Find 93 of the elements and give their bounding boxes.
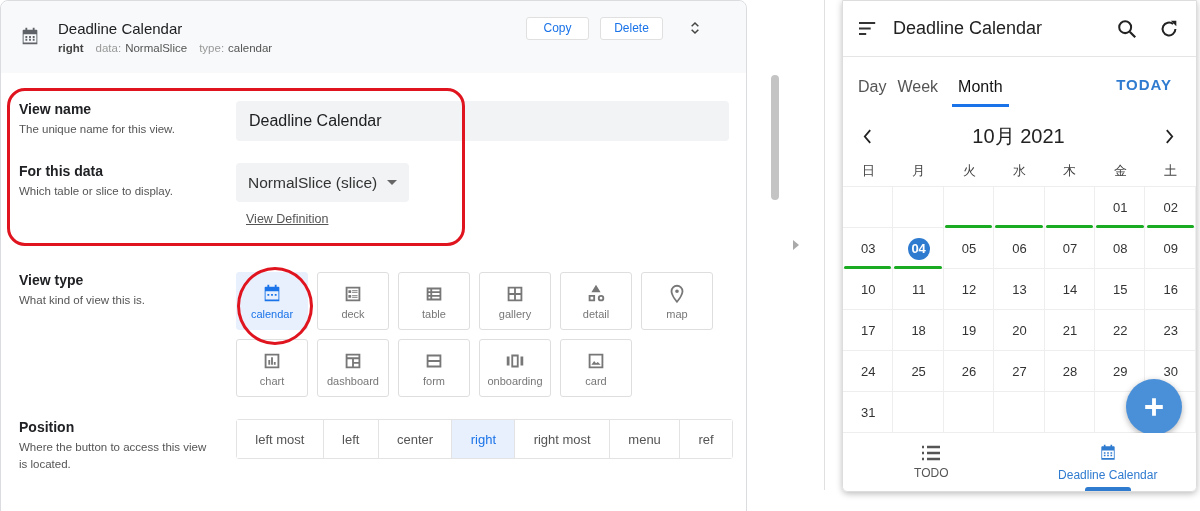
day-number[interactable]: 29 — [1109, 360, 1132, 383]
view-type-option[interactable]: table — [398, 272, 470, 330]
weekday-label: 水 — [1012, 162, 1027, 180]
menu-icon[interactable] — [859, 22, 877, 35]
scrollbar-thumb[interactable] — [771, 75, 779, 200]
day-number[interactable]: 28 — [1058, 360, 1081, 383]
day-number[interactable]: 25 — [907, 360, 930, 383]
calendar-tab[interactable]: Day — [857, 78, 893, 107]
view-type-option[interactable]: onboarding — [479, 339, 551, 397]
view-title: Deadline Calendar — [58, 20, 184, 37]
position-option[interactable]: right — [452, 420, 516, 458]
day-number[interactable]: 04 — [907, 237, 930, 260]
add-button[interactable] — [1126, 379, 1182, 435]
field-label: Position — [19, 419, 76, 435]
day-number[interactable]: 17 — [857, 319, 880, 342]
day-number[interactable]: 12 — [958, 278, 981, 301]
view-type-option[interactable]: dashboard — [317, 339, 389, 397]
day-number[interactable]: 30 — [1159, 360, 1182, 383]
field-description: Where the button to access this view is located. — [19, 440, 208, 472]
day-number[interactable]: 11 — [907, 278, 930, 301]
field-description: What kind of view this is. — [19, 293, 146, 308]
weekday-label: 日 — [860, 162, 876, 180]
nav-tab[interactable]: Deadline Calendar — [1019, 433, 1196, 491]
next-icon[interactable] — [1165, 129, 1174, 144]
day-number[interactable]: 01 — [1109, 196, 1132, 219]
event-bar[interactable] — [844, 266, 892, 269]
day-number[interactable]: 24 — [857, 360, 880, 383]
weekday-label: 土 — [1163, 162, 1179, 180]
day-number[interactable]: 14 — [1058, 278, 1081, 301]
expand-arrow-icon[interactable] — [793, 240, 799, 250]
weekday-label: 木 — [1062, 162, 1078, 180]
position-value: right — [58, 42, 84, 54]
day-number[interactable]: 22 — [1109, 319, 1132, 342]
day-number[interactable]: 26 — [958, 360, 981, 383]
list-icon — [921, 444, 942, 461]
view-type-option[interactable]: chart — [236, 339, 308, 397]
expand-icon[interactable] — [690, 21, 700, 35]
field-label: For this data — [19, 163, 104, 179]
view-type-option[interactable]: detail — [560, 272, 632, 330]
weekday-label: 火 — [961, 162, 977, 180]
day-number[interactable]: 20 — [1008, 319, 1031, 342]
view-type-option[interactable]: gallery — [479, 272, 551, 330]
view-type-option[interactable]: deck — [317, 272, 389, 330]
app-title: Deadline Calendar — [893, 18, 1044, 39]
meta-value: calendar — [228, 42, 273, 54]
day-number[interactable]: 13 — [1008, 278, 1031, 301]
caret-icon — [387, 180, 398, 185]
view-definition-link[interactable]: View Definition — [246, 212, 329, 226]
day-number[interactable]: 06 — [1008, 237, 1031, 260]
event-bar[interactable] — [1146, 225, 1194, 228]
previous-icon[interactable] — [863, 129, 872, 144]
meta-label: data: — [95, 42, 122, 54]
calendar-tab[interactable]: Week — [896, 78, 945, 107]
view-type-option[interactable]: calendar — [236, 272, 308, 330]
day-number[interactable]: 07 — [1058, 237, 1081, 260]
plus-icon — [1143, 396, 1165, 418]
day-number[interactable]: 02 — [1159, 196, 1182, 219]
day-number[interactable]: 03 — [857, 237, 880, 260]
meta-label: type: — [199, 42, 225, 54]
day-number[interactable]: 08 — [1109, 237, 1132, 260]
search-icon[interactable] — [1116, 17, 1138, 40]
header-button[interactable]: Delete — [600, 16, 663, 40]
month-title: 10月 2021 — [972, 124, 1065, 149]
view-type-option[interactable]: form — [398, 339, 470, 397]
today-button[interactable]: TODAY — [1116, 76, 1182, 107]
field-description: The unique name for this view. — [19, 122, 176, 137]
day-number[interactable]: 23 — [1159, 319, 1182, 342]
day-number[interactable]: 10 — [857, 278, 880, 301]
day-number[interactable]: 27 — [1008, 360, 1031, 383]
day-number[interactable]: 15 — [1109, 278, 1132, 301]
field-description: Which table or slice to display. — [19, 184, 174, 199]
weekday-label: 金 — [1112, 162, 1128, 180]
field-label: View type — [19, 272, 85, 288]
header-button[interactable]: Copy — [526, 16, 589, 40]
input-field[interactable]: Deadline Calendar — [236, 101, 729, 141]
field-label: View name — [19, 101, 93, 117]
day-number[interactable]: 21 — [1058, 319, 1081, 342]
position-option[interactable]: left most — [237, 420, 324, 458]
meta-value: NormalSlice — [125, 42, 188, 54]
event-bar[interactable] — [1045, 225, 1094, 228]
event-bar[interactable] — [944, 225, 993, 228]
select-field[interactable]: NormalSlice (slice) — [236, 163, 410, 202]
day-number[interactable]: 05 — [958, 237, 981, 260]
day-number[interactable]: 18 — [907, 319, 930, 342]
view-type-option[interactable]: card — [560, 339, 632, 397]
view-type-option[interactable]: map — [641, 272, 713, 330]
day-number[interactable]: 16 — [1159, 278, 1182, 301]
day-number[interactable]: 31 — [857, 401, 880, 424]
calendar-tab[interactable]: Month — [952, 78, 1009, 107]
nav-tab[interactable]: TODO — [843, 433, 1020, 491]
weekday-label: 月 — [911, 162, 927, 180]
day-number[interactable]: 19 — [958, 319, 981, 342]
day-number[interactable]: 09 — [1159, 237, 1182, 260]
